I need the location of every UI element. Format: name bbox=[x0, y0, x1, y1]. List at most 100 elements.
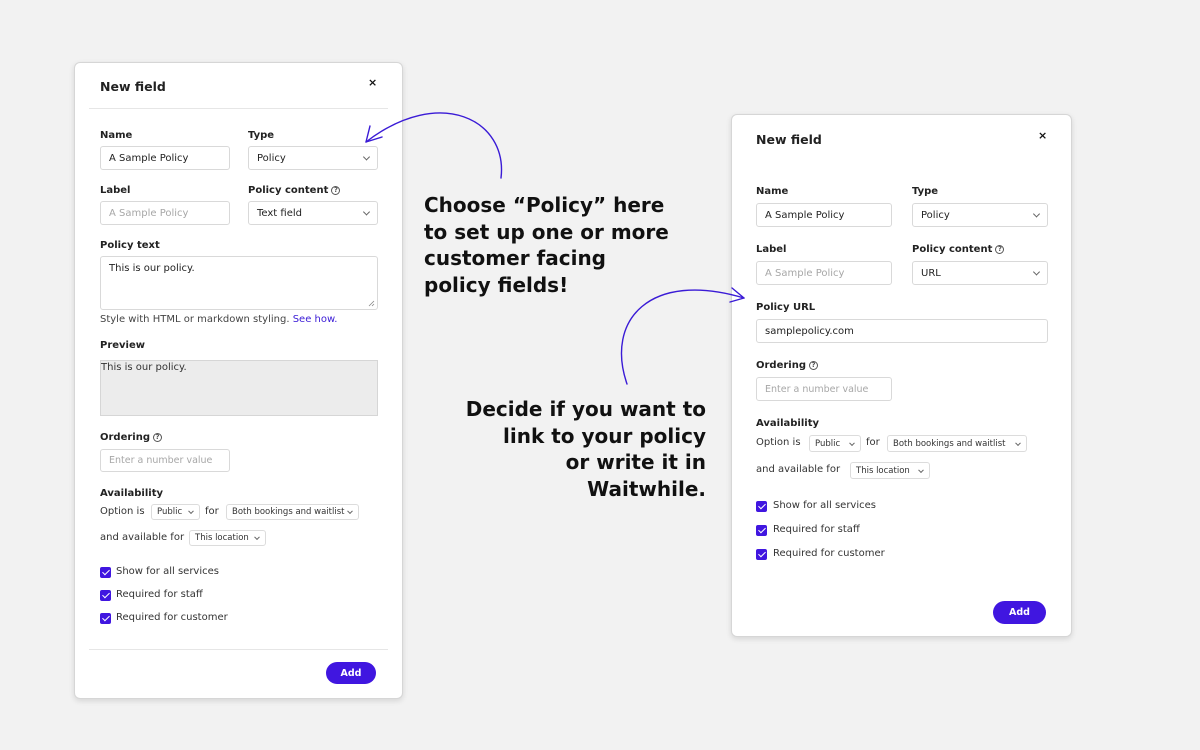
show-all-services-checkbox[interactable] bbox=[100, 567, 111, 578]
close-icon[interactable]: × bbox=[1038, 129, 1047, 142]
label-input[interactable]: A Sample Policy bbox=[100, 201, 230, 225]
footer-divider bbox=[89, 649, 388, 650]
show-all-services-label: Show for all services bbox=[116, 566, 219, 577]
policy-content-select[interactable]: URL bbox=[912, 261, 1048, 285]
chevron-down-icon bbox=[362, 153, 371, 161]
location-select[interactable]: This location bbox=[850, 462, 930, 479]
available-for-text: and available for bbox=[100, 532, 185, 543]
for-text: for bbox=[205, 506, 219, 517]
required-customer-checkbox[interactable] bbox=[100, 613, 111, 624]
preview-label: Preview bbox=[100, 340, 146, 351]
policy-content-label-text: Policy content bbox=[912, 244, 993, 255]
annotation-line: Choose “Policy” here bbox=[424, 193, 665, 217]
see-how-link[interactable]: See how. bbox=[293, 314, 338, 325]
close-icon[interactable]: × bbox=[368, 76, 377, 89]
ordering-label-text: Ordering bbox=[100, 432, 151, 443]
help-icon[interactable]: ? bbox=[995, 245, 1005, 254]
new-field-dialog-right: New field × Name A Sample Policy Type Po… bbox=[731, 114, 1072, 637]
chevron-down-icon bbox=[188, 508, 194, 515]
chevron-down-icon bbox=[1032, 268, 1041, 276]
required-staff-checkbox[interactable] bbox=[756, 525, 767, 536]
chevron-down-icon bbox=[362, 208, 371, 216]
for-select[interactable]: Both bookings and waitlist bbox=[887, 435, 1027, 452]
policy-url-label: Policy URL bbox=[756, 302, 816, 313]
chevron-down-icon bbox=[254, 534, 260, 541]
annotation-line: link to your policy bbox=[503, 423, 706, 448]
policy-content-select[interactable]: Text field bbox=[248, 201, 378, 225]
label-label: Label bbox=[100, 185, 131, 196]
required-staff-label: Required for staff bbox=[773, 524, 860, 535]
required-customer-label: Required for customer bbox=[773, 548, 885, 559]
label-label: Label bbox=[756, 244, 787, 255]
chevron-down-icon bbox=[1015, 439, 1021, 446]
policy-text-value: This is our policy. bbox=[109, 263, 195, 274]
ordering-input[interactable]: Enter a number value bbox=[756, 377, 892, 401]
for-select[interactable]: Both bookings and waitlist bbox=[226, 504, 359, 520]
required-customer-checkbox[interactable] bbox=[756, 549, 767, 560]
show-all-services-label: Show for all services bbox=[773, 500, 876, 511]
type-select[interactable]: Policy bbox=[248, 146, 378, 170]
name-input[interactable]: A Sample Policy bbox=[756, 203, 892, 227]
policy-text-label: Policy text bbox=[100, 240, 160, 251]
for-select-value: Both bookings and waitlist bbox=[232, 507, 345, 517]
for-text: for bbox=[866, 437, 880, 448]
chevron-down-icon bbox=[918, 466, 924, 473]
annotation-line: policy fields! bbox=[424, 272, 569, 297]
header-divider bbox=[89, 108, 388, 109]
label-input[interactable]: A Sample Policy bbox=[756, 261, 892, 285]
policy-content-select-value: URL bbox=[921, 267, 941, 279]
type-select[interactable]: Policy bbox=[912, 203, 1048, 227]
arrow-icon bbox=[620, 287, 745, 385]
option-select[interactable]: Public bbox=[151, 504, 200, 520]
ordering-label: Ordering? bbox=[756, 360, 819, 371]
ordering-input[interactable]: Enter a number value bbox=[100, 449, 230, 472]
option-is-text: Option is bbox=[100, 506, 145, 517]
policy-content-label: Policy content? bbox=[912, 244, 1005, 255]
annotation-line: or write it in Waitwhile. bbox=[565, 450, 706, 501]
name-label: Name bbox=[756, 186, 789, 197]
policy-content-label: Policy content? bbox=[248, 185, 341, 196]
chevron-down-icon bbox=[1032, 210, 1041, 218]
option-is-text: Option is bbox=[756, 437, 801, 448]
add-button[interactable]: Add bbox=[993, 601, 1046, 624]
type-label: Type bbox=[248, 130, 275, 141]
type-label: Type bbox=[912, 186, 939, 197]
annotation-line: Decide if you want to bbox=[465, 397, 706, 421]
available-for-text: and available for bbox=[756, 464, 841, 475]
policy-text-area[interactable]: This is our policy. bbox=[100, 256, 378, 310]
type-select-value: Policy bbox=[921, 209, 950, 221]
location-select[interactable]: This location bbox=[189, 530, 266, 546]
preview-value: This is our policy. bbox=[101, 362, 187, 373]
policy-content-select-value: Text field bbox=[257, 207, 302, 219]
location-select-value: This location bbox=[195, 533, 249, 543]
resize-handle-icon[interactable] bbox=[368, 300, 375, 307]
for-select-value: Both bookings and waitlist bbox=[893, 438, 1006, 449]
show-all-services-checkbox[interactable] bbox=[756, 501, 767, 512]
availability-label: Availability bbox=[100, 488, 163, 499]
chevron-down-icon bbox=[849, 439, 855, 446]
preview-box: This is our policy. bbox=[100, 360, 378, 416]
policy-url-input[interactable]: samplepolicy.com bbox=[756, 319, 1048, 343]
required-staff-checkbox[interactable] bbox=[100, 590, 111, 601]
ordering-label: Ordering? bbox=[100, 432, 163, 443]
help-icon[interactable]: ? bbox=[153, 433, 163, 442]
policy-content-label-text: Policy content bbox=[248, 185, 329, 196]
type-select-value: Policy bbox=[257, 152, 286, 164]
required-staff-label: Required for staff bbox=[116, 589, 203, 600]
add-button[interactable]: Add bbox=[326, 662, 376, 684]
option-select[interactable]: Public bbox=[809, 435, 861, 452]
annotation-line: customer facing bbox=[424, 246, 606, 270]
styling-hint-text: Style with HTML or markdown styling. bbox=[100, 314, 290, 325]
new-field-dialog-left: New field × Name A Sample Policy Type Po… bbox=[74, 62, 403, 699]
name-input[interactable]: A Sample Policy bbox=[100, 146, 230, 170]
availability-label: Availability bbox=[756, 418, 819, 429]
annotation-line: to set up one or more bbox=[424, 219, 669, 244]
location-select-value: This location bbox=[856, 465, 910, 476]
ordering-label-text: Ordering bbox=[756, 360, 807, 371]
chevron-down-icon bbox=[347, 508, 353, 515]
choose-policy-annotation: Choose “Policy” here to set up one or mo… bbox=[424, 192, 669, 298]
help-icon[interactable]: ? bbox=[809, 361, 819, 370]
dialog-title: New field bbox=[756, 132, 822, 147]
decide-link-annotation: Decide if you want to link to your polic… bbox=[440, 396, 706, 502]
help-icon[interactable]: ? bbox=[331, 186, 341, 195]
